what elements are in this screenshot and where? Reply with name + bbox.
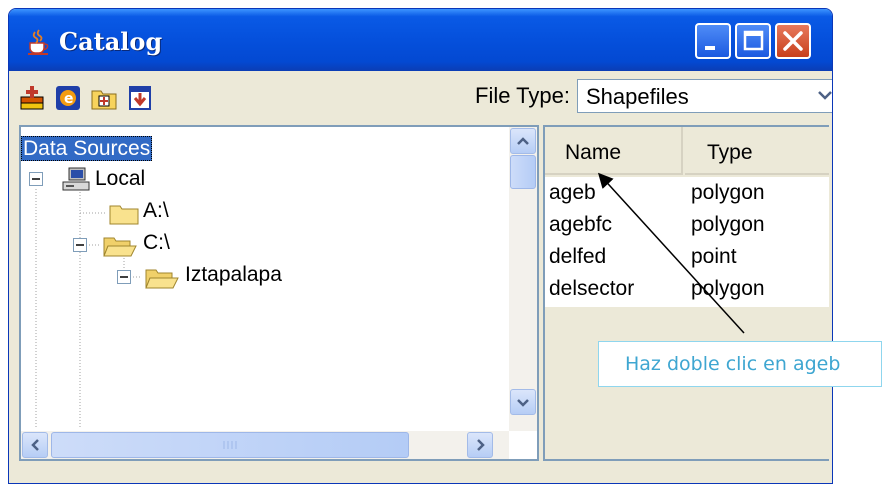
- instruction-callout: Haz doble clic en ageb: [598, 341, 882, 387]
- arrow-line: [597, 172, 745, 334]
- callout-text: Haz doble clic en ageb: [625, 353, 841, 375]
- callout-arrow: [597, 172, 745, 334]
